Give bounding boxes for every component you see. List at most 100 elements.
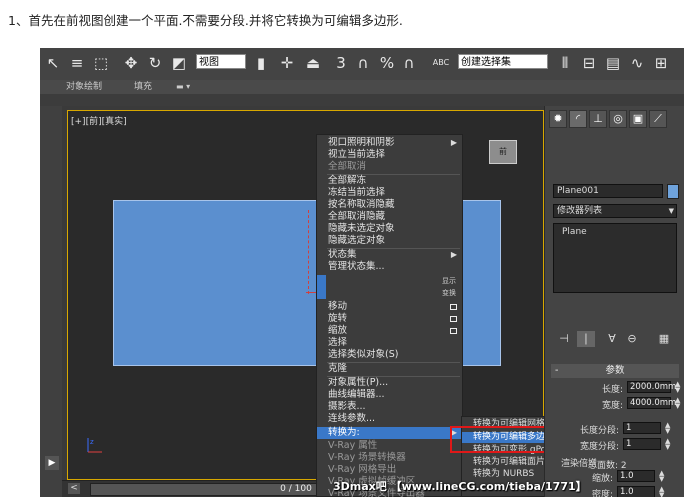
spinner-arrows-icon[interactable]: ▲ ▼ [659, 470, 665, 483]
main-toolbar: ↖ ≡ ⬚ ✥ ↻ ◩ 视图 ▮ ✛ ⏏ 3 ∩ % ∩ ABC 创建选择集 ⫴… [40, 48, 684, 81]
settings-box-icon[interactable] [450, 328, 457, 334]
modifier-stack-item[interactable]: Plane [562, 227, 587, 237]
command-panel: ✹ ◜ ⊥ ◎ ▣ ⟋ Plane001 修改器列表 ▼ Plane ⊣ ❘ ∀ … [544, 106, 684, 497]
submenu-arrow-icon: ▶ [450, 138, 457, 147]
snap-number: 3 [336, 54, 346, 72]
menu-item-freeze-selection[interactable]: 冻结当前选择 [317, 187, 462, 199]
menu-item-scale[interactable]: 缩放 [317, 325, 462, 337]
menu-item-unfreeze-all[interactable]: 全部解冻 [317, 175, 462, 187]
select-by-name-icon[interactable]: ≡ [68, 54, 86, 72]
modifier-list-dropdown[interactable]: 修改器列表 ▼ [553, 204, 677, 218]
keyboard-shortcut-icon[interactable]: ⏏ [304, 54, 322, 72]
settings-box-icon[interactable] [450, 316, 457, 322]
menu-item-curve-editor[interactable]: 曲线编辑器... [317, 389, 462, 401]
hierarchy-tab-icon[interactable]: ⊥ [589, 110, 607, 128]
menu-item-unhide-by-name[interactable]: 按名称取消隐藏 [317, 199, 462, 211]
menu-item-label: 全部取消 [328, 161, 367, 172]
length-segs-spinner[interactable]: 1 [623, 422, 661, 434]
display-tab-icon[interactable]: ▣ [629, 110, 647, 128]
menu-item-label: V-Ray 网格导出 [328, 464, 397, 475]
create-tab-icon[interactable]: ✹ [549, 110, 567, 128]
schematic-icon[interactable]: ⊞ [652, 54, 670, 72]
menu-item-viewport-lighting[interactable]: 视口照明和阴影 ▶ [317, 137, 462, 149]
spinner-arrows-icon[interactable]: ▲ ▼ [675, 397, 681, 410]
menu-item-hide-selection[interactable]: 隐藏选定对象 [317, 235, 462, 247]
density-spinner[interactable]: 1.0 [617, 486, 655, 497]
configure-sets-icon[interactable]: ▦ [655, 331, 673, 347]
select-region-icon[interactable]: ⬚ [92, 54, 110, 72]
timeline-prev-icon[interactable]: < [68, 483, 80, 494]
menu-item-label: 曲线编辑器... [328, 389, 385, 400]
menu-item-dope-sheet[interactable]: 摄影表... [317, 401, 462, 413]
width-segs-label: 宽度分段: [579, 442, 619, 452]
menu-item-move[interactable]: 移动 [317, 301, 462, 313]
snap-toggle-icon[interactable]: 3 [332, 54, 350, 72]
reference-coord-dropdown[interactable]: 视图 [196, 54, 246, 69]
menu-item-vray-properties[interactable]: V-Ray 属性 [317, 440, 462, 452]
spinner-snap-icon[interactable]: ∩ [400, 54, 418, 72]
named-selection-dropdown[interactable]: 创建选择集 [458, 54, 548, 69]
percent-snap-icon[interactable]: % [378, 54, 396, 72]
percent-symbol: % [379, 54, 395, 72]
manipulate-icon[interactable]: ✛ [278, 54, 296, 72]
utilities-tab-icon[interactable]: ⟋ [649, 110, 667, 128]
curve-editor-icon[interactable]: ∿ [628, 54, 646, 72]
menu-item-object-properties[interactable]: 对象属性(P)... [317, 377, 462, 389]
menu-item-state-sets[interactable]: 状态集 ▶ [317, 249, 462, 261]
pin-stack-icon[interactable]: ⊣ [555, 331, 573, 347]
angle-snap-icon[interactable]: ∩ [354, 54, 372, 72]
menu-item-unfreeze-dim[interactable]: 全部取消 [317, 161, 462, 173]
stack-controls: ⊣ ❘ ∀ ⊖ ▦ [551, 331, 679, 349]
spinner-arrows-icon[interactable]: ▲ ▼ [665, 422, 671, 435]
menu-item-wire-parameters[interactable]: 连线参数... [317, 413, 462, 425]
ribbon-toggle-icon[interactable]: ▬ ▾ [176, 80, 190, 94]
mirror-icon[interactable]: ⫴ [556, 54, 574, 72]
object-color-swatch[interactable] [667, 184, 679, 199]
menu-item-label: 隐藏未选定对象 [328, 223, 395, 234]
menu-item-vray-scene-converter[interactable]: V-Ray 场景转换器 [317, 452, 462, 464]
menu-item-hide-unselected[interactable]: 隐藏未选定对象 [317, 223, 462, 235]
width-segs-spinner[interactable]: 1 [623, 438, 661, 450]
menu-item-isolate[interactable]: 视立当前选择 [317, 149, 462, 161]
settings-box-icon[interactable] [450, 304, 457, 310]
menu-item-label: 全部取消隐藏 [328, 211, 386, 222]
scale-icon[interactable]: ◩ [170, 54, 188, 72]
object-name-field[interactable]: Plane001 [553, 184, 663, 198]
spinner-arrows-icon[interactable]: ▲ ▼ [675, 381, 681, 394]
rotate-icon[interactable]: ↻ [146, 54, 164, 72]
spell-check-icon[interactable]: ABC [432, 54, 450, 72]
menu-item-clone[interactable]: 克隆 [317, 363, 462, 375]
modify-tab-icon[interactable]: ◜ [569, 110, 587, 128]
play-icon[interactable]: ▶ [45, 456, 59, 470]
ribbon-tab-populate[interactable]: 填充 [134, 80, 152, 94]
layer-icon[interactable]: ▤ [604, 54, 622, 72]
width-value: 4000.0mm [630, 398, 677, 408]
width-spinner[interactable]: 4000.0mm [627, 397, 676, 409]
select-object-icon[interactable]: ↖ [44, 54, 62, 72]
show-end-result-icon[interactable]: ❘ [577, 331, 595, 347]
spinner-arrows-icon[interactable]: ▲ ▼ [659, 486, 665, 497]
menu-item-select[interactable]: 选择 [317, 337, 462, 349]
spinner-arrows-icon[interactable]: ▲ ▼ [665, 438, 671, 451]
modifier-stack[interactable]: Plane [553, 223, 677, 293]
menu-item-unhide-all[interactable]: 全部取消隐藏 [317, 211, 462, 223]
move-icon[interactable]: ✥ [122, 54, 140, 72]
ribbon: 对象绘制 填充 ▬ ▾ [40, 80, 684, 94]
viewport-label[interactable]: [+][前][真实] [71, 114, 127, 127]
menu-item-vray-mesh-export[interactable]: V-Ray 网格导出 [317, 464, 462, 476]
viewcube[interactable]: 前 [489, 140, 517, 164]
parameters-rollout-header[interactable]: 参数 - [551, 364, 679, 378]
remove-modifier-icon[interactable]: ⊖ [623, 331, 641, 347]
menu-item-manage-state-sets[interactable]: 管理状态集... [317, 261, 462, 273]
length-spinner[interactable]: 2000.0mm [627, 381, 676, 393]
menu-item-convert-to[interactable]: 转换为: ▶ [317, 427, 462, 439]
make-unique-icon[interactable]: ∀ [603, 331, 621, 347]
scale-spinner[interactable]: 1.0 [617, 470, 655, 482]
ribbon-tab-object-paint[interactable]: 对象绘制 [66, 80, 102, 94]
menu-item-rotate[interactable]: 旋转 [317, 313, 462, 325]
width-segs-value: 1 [626, 439, 632, 449]
align-icon[interactable]: ⊟ [580, 54, 598, 72]
menu-item-select-similar[interactable]: 选择类似对象(S) [317, 349, 462, 361]
motion-tab-icon[interactable]: ◎ [609, 110, 627, 128]
pivot-icon[interactable]: ▮ [252, 54, 270, 72]
